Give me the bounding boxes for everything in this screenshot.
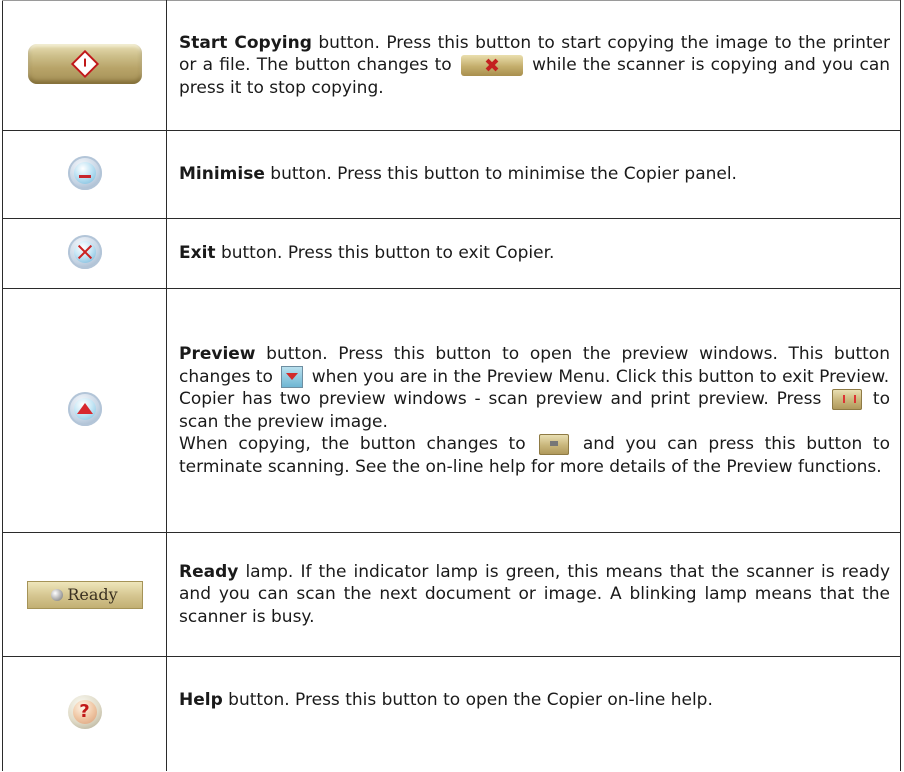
table-row: Preview button. Press this button to ope…	[2, 288, 901, 533]
description-cell: Ready lamp. If the indicator lamp is gre…	[166, 532, 901, 657]
term-label: Start Copying	[179, 32, 312, 53]
description-text: when you are in the Preview Menu. Click …	[306, 366, 890, 387]
description-cell: Minimise button. Press this button to mi…	[166, 130, 901, 219]
indicator-lamp	[51, 588, 64, 601]
help-glyph: ?	[72, 699, 97, 724]
stop-copying-icon	[460, 54, 523, 76]
description-text: button. Press this button to exit Copier…	[215, 243, 555, 264]
preview-down-icon	[281, 365, 304, 388]
icon-cell	[2, 288, 167, 533]
scan-preview-icon	[832, 388, 863, 410]
table-row: Exit button. Press this button to exit C…	[2, 218, 901, 289]
stop-scan-icon	[539, 433, 570, 455]
description-text: Copier has two preview windows - scan pr…	[179, 389, 822, 409]
term-label: Ready	[179, 561, 239, 582]
table-row: ? Help button. Press this button to open…	[2, 656, 901, 771]
help-icon: ?	[67, 694, 102, 729]
description-text: lamp. If the indicator lamp is green, th…	[179, 561, 890, 627]
term-label: Exit	[179, 243, 216, 264]
icon-cell	[2, 0, 167, 131]
description-text: button. Press this button to minimise th…	[264, 164, 737, 185]
table-row: Ready Ready lamp. If the indicator lamp …	[2, 532, 901, 657]
icon-cell	[2, 130, 167, 219]
description-cell: Start Copying button. Press this button …	[166, 0, 901, 131]
table-row: Start Copying button. Press this button …	[2, 0, 901, 131]
start-copying-icon	[27, 43, 142, 84]
button-reference-table: Start Copying button. Press this button …	[2, 0, 901, 771]
preview-paragraph-2: Copier has two preview windows - scan pr…	[179, 388, 890, 433]
icon-cell: ?	[2, 656, 167, 771]
icon-cell	[2, 218, 167, 289]
term-label: Minimise	[179, 164, 265, 185]
ready-lamp-label: Ready	[67, 585, 118, 604]
table-row: Minimise button. Press this button to mi…	[2, 130, 901, 219]
preview-paragraph-1: Preview button. Press this button to ope…	[179, 343, 890, 388]
preview-paragraph-3: When copying, the button changes to and …	[179, 433, 890, 478]
description-text: button. Press this button to open the Co…	[222, 690, 713, 710]
description-cell: Exit button. Press this button to exit C…	[166, 218, 901, 289]
exit-icon	[67, 234, 102, 269]
preview-icon	[67, 391, 102, 426]
term-label: Preview	[179, 344, 256, 364]
description-cell: Help button. Press this button to open t…	[166, 656, 901, 771]
description-cell: Preview button. Press this button to ope…	[166, 288, 901, 533]
icon-cell: Ready	[2, 532, 167, 657]
term-label: Help	[179, 690, 223, 710]
ready-lamp-icon: Ready	[26, 580, 143, 609]
description-text: When copying, the button changes to	[179, 434, 526, 454]
minimise-icon	[67, 155, 102, 190]
